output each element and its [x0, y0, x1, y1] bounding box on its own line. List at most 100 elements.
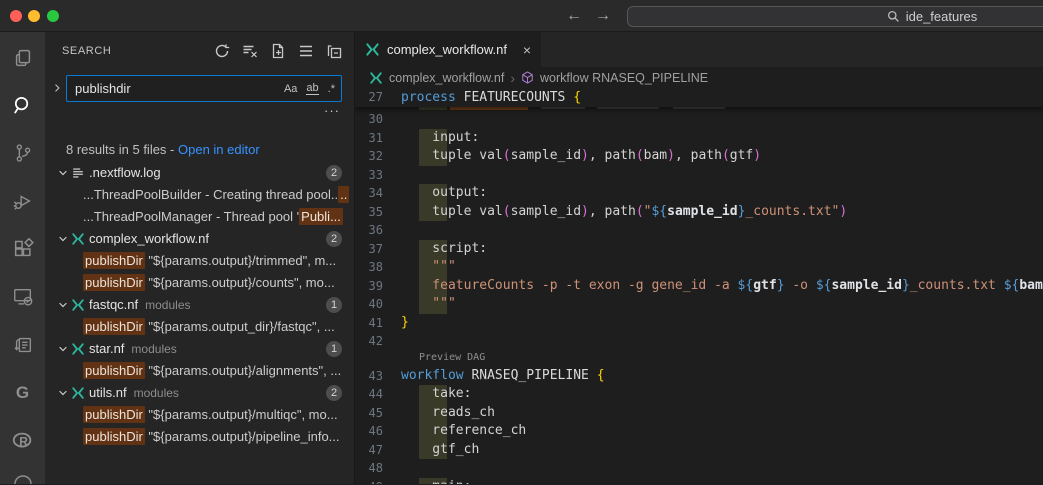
- search-result-match-row[interactable]: ...ThreadPoolBuilder - Creating thread p…: [45, 184, 354, 206]
- code-line-34[interactable]: 34 output:: [355, 184, 1043, 203]
- chevron-down-icon[interactable]: [57, 299, 71, 311]
- whole-word-toggle[interactable]: ab: [306, 82, 318, 95]
- titlebar: ← → ide_features: [0, 0, 1043, 32]
- codelens-preview-dag[interactable]: Preview DAG: [355, 351, 1043, 367]
- match-case-toggle[interactable]: Aa: [284, 83, 297, 95]
- search-result-match-row[interactable]: publishDir "${params.output_dir}/fastqc"…: [45, 316, 354, 338]
- code-line-36[interactable]: 36: [355, 221, 1043, 240]
- code-line-46[interactable]: 46 reference_ch: [355, 422, 1043, 441]
- code-line-43[interactable]: 43workflow RNASEQ_PIPELINE {: [355, 367, 1043, 386]
- back-icon[interactable]: ←: [566, 7, 582, 25]
- code-line-40[interactable]: 40 """: [355, 295, 1043, 314]
- search-result-file-row[interactable]: .nextflow.log 2: [45, 162, 354, 184]
- toggle-search-details-icon[interactable]: ···: [324, 103, 340, 118]
- view-as-list-icon[interactable]: [296, 41, 316, 61]
- forward-icon[interactable]: →: [595, 7, 611, 25]
- match-count-badge: 2: [326, 165, 342, 181]
- code-line-37[interactable]: 37 script:: [355, 240, 1043, 259]
- line-text: input:: [401, 129, 479, 148]
- breadcrumb: complex_workflow.nf › workflow RNASEQ_PI…: [355, 67, 1043, 88]
- code-line-30[interactable]: 30: [355, 110, 1043, 129]
- breadcrumb-file[interactable]: complex_workflow.nf: [389, 71, 504, 85]
- chevron-down-icon[interactable]: [57, 167, 71, 179]
- code-line-41[interactable]: 41}: [355, 314, 1043, 333]
- sticky-scroll-line[interactable]: 27 process FEATURECOUNTS {: [355, 88, 1043, 107]
- line-text: take:: [401, 385, 471, 404]
- file-name: complex_workflow.nf: [89, 228, 209, 250]
- code-line-39[interactable]: 39 featureCounts -p -t exon -g gene_id -…: [355, 277, 1043, 296]
- chevron-down-icon[interactable]: [57, 233, 71, 245]
- search-result-match-row[interactable]: ...ThreadPoolManager - Thread pool 'Publ…: [45, 206, 354, 228]
- regex-toggle[interactable]: .*: [328, 83, 335, 95]
- match-highlight: publishDir: [83, 428, 145, 445]
- search-input[interactable]: [67, 76, 257, 101]
- line-text: workflow RNASEQ_PIPELINE {: [401, 367, 605, 386]
- code-line-35[interactable]: 35 tuple val(sample_id), path("${sample_…: [355, 203, 1043, 222]
- gitlens-icon[interactable]: G: [0, 373, 45, 413]
- extensions-icon[interactable]: [0, 229, 45, 269]
- file-name: fastqc.nf: [89, 294, 138, 316]
- open-in-editor-link[interactable]: Open in editor: [178, 142, 260, 157]
- breadcrumb-symbol[interactable]: workflow RNASEQ_PIPELINE: [540, 71, 708, 85]
- chevron-down-icon[interactable]: [57, 343, 71, 355]
- search-result-match-row[interactable]: publishDir "${params.output}/alignments"…: [45, 360, 354, 382]
- code-line-33[interactable]: 33: [355, 166, 1043, 185]
- file-name: .nextflow.log: [89, 162, 161, 184]
- collapse-all-icon[interactable]: [324, 41, 344, 61]
- notebook-arrow-icon[interactable]: [0, 325, 45, 365]
- search-result-match-row[interactable]: publishDir "${params.output}/counts", mo…: [45, 272, 354, 294]
- line-number: 49: [355, 478, 401, 485]
- code-line-44[interactable]: 44 take:: [355, 385, 1043, 404]
- code-line-45[interactable]: 45 reads_ch: [355, 404, 1043, 423]
- code-line-47[interactable]: 47 gtf_ch: [355, 441, 1043, 460]
- sticky-line-number: 27: [355, 88, 401, 107]
- code-line-42[interactable]: 42: [355, 332, 1043, 351]
- refresh-icon[interactable]: [212, 41, 232, 61]
- toggle-replace-chevron-icon[interactable]: [51, 82, 63, 94]
- code-line-31[interactable]: 31 input:: [355, 129, 1043, 148]
- line-number: 48: [355, 459, 401, 478]
- window-close-button[interactable]: [10, 10, 22, 22]
- panel-title: SEARCH: [62, 45, 111, 57]
- command-center-searchbox[interactable]: ide_features: [627, 6, 1043, 27]
- tab-complex-workflow[interactable]: complex_workflow.nf ×: [355, 32, 541, 67]
- code-line-38[interactable]: 38 """: [355, 258, 1043, 277]
- search-result-file-row[interactable]: star.nfmodules1: [45, 338, 354, 360]
- search-sidebar: SEARCH Aa ab .* ··· 8 results in 5 files…: [45, 32, 354, 484]
- search-result-file-row[interactable]: utils.nfmodules2: [45, 382, 354, 404]
- panel-toolbar: [212, 41, 344, 61]
- search-result-match-row[interactable]: publishDir "${params.output}/pipeline_in…: [45, 426, 354, 448]
- code-line-49[interactable]: 49 main:: [355, 478, 1043, 485]
- chevron-down-icon[interactable]: [57, 387, 71, 399]
- code-line-48[interactable]: 48: [355, 459, 1043, 478]
- nextflow-file-icon: [369, 71, 383, 85]
- code-editor[interactable]: 27 process FEATURECOUNTS { 3031 input:32…: [355, 88, 1043, 484]
- code-line-32[interactable]: 32 tuple val(sample_id), path(bam), path…: [355, 147, 1043, 166]
- nextflow-file-icon: [71, 386, 89, 400]
- search-result-match-row[interactable]: publishDir "${params.output}/trimmed", m…: [45, 250, 354, 272]
- search-view-icon[interactable]: [0, 85, 45, 125]
- search-result-match-row[interactable]: publishDir "${params.output}/multiqc", m…: [45, 404, 354, 426]
- run-debug-icon[interactable]: [0, 181, 45, 221]
- explorer-icon[interactable]: [0, 38, 45, 78]
- window-minimize-button[interactable]: [28, 10, 40, 22]
- source-control-icon[interactable]: [0, 133, 45, 173]
- partial-bottom-icon[interactable]: [0, 469, 45, 485]
- tab-bar: complex_workflow.nf ×: [355, 32, 1043, 67]
- file-folder-desc: modules: [134, 382, 179, 404]
- search-result-file-row[interactable]: complex_workflow.nf2: [45, 228, 354, 250]
- remote-explorer-icon[interactable]: [0, 277, 45, 317]
- activity-bar: G R: [0, 32, 45, 484]
- line-number: 31: [355, 129, 401, 148]
- match-post-text: "${params.output_dir}/fastqc", ...: [145, 319, 335, 334]
- line-number: 47: [355, 441, 401, 460]
- open-new-search-editor-icon[interactable]: [268, 41, 288, 61]
- line-text: tuple val(sample_id), path(bam), path(gt…: [401, 147, 761, 166]
- search-result-file-row[interactable]: fastqc.nfmodules1: [45, 294, 354, 316]
- clear-search-results-icon[interactable]: [240, 41, 260, 61]
- window-zoom-button[interactable]: [47, 10, 59, 22]
- line-text: reads_ch: [401, 404, 495, 423]
- r-language-icon[interactable]: R: [0, 421, 45, 461]
- tab-close-icon[interactable]: ×: [523, 42, 531, 58]
- search-icon: [887, 10, 900, 23]
